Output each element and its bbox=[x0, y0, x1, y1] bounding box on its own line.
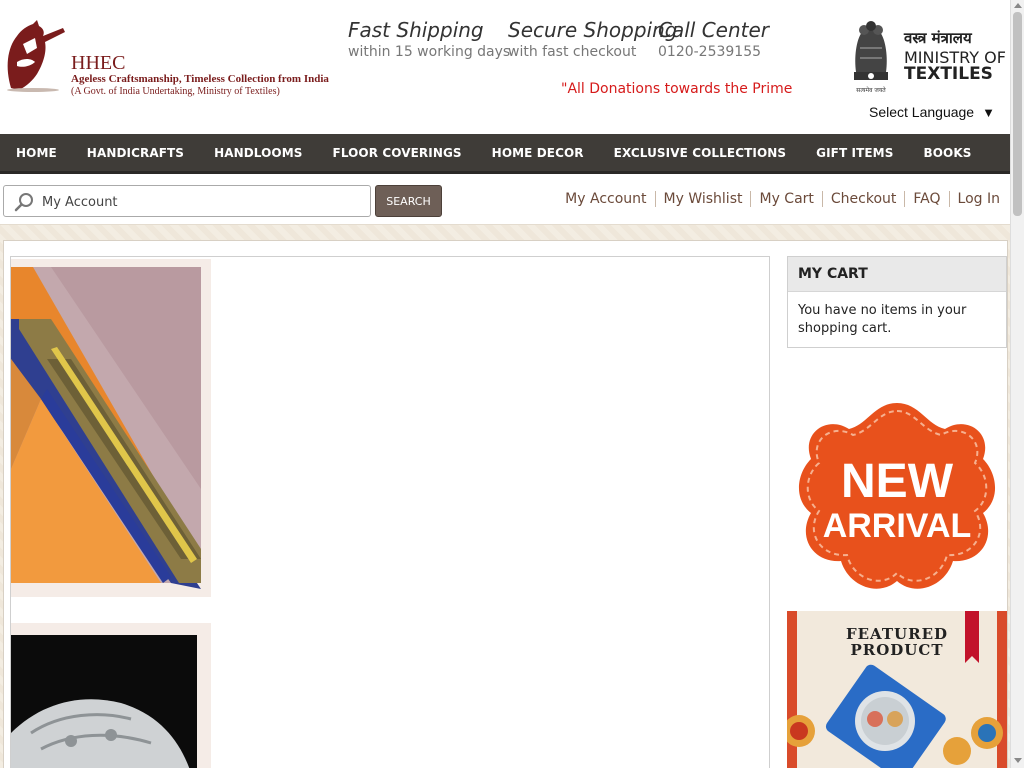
product-tile-sari[interactable] bbox=[11, 259, 211, 597]
nav-item-books[interactable]: BOOKS bbox=[923, 146, 971, 160]
search-icon bbox=[14, 193, 33, 212]
nav-item-gift-items[interactable]: GIFT ITEMS bbox=[816, 146, 893, 160]
feature-subtitle: with fast checkout bbox=[508, 44, 637, 60]
nav-item-handlooms[interactable]: HANDLOOMS bbox=[214, 146, 302, 160]
textiles-label: TEXTILES bbox=[904, 64, 993, 84]
link-my-account[interactable]: My Account bbox=[557, 191, 654, 207]
feature-fast-shipping: Fast Shipping within 15 working days bbox=[348, 18, 510, 60]
main-navigation: HOME HANDICRAFTS HANDLOOMS FLOOR COVERIN… bbox=[0, 134, 1010, 174]
link-log-in[interactable]: Log In bbox=[948, 191, 1008, 207]
site-header: HHEC Ageless Craftsmanship, Timeless Col… bbox=[0, 0, 1010, 134]
logo-name: HHEC bbox=[71, 52, 126, 74]
language-selector[interactable]: Select Language ▼ bbox=[869, 104, 995, 120]
new-arrival-banner[interactable]: NEW ARRIVAL bbox=[787, 395, 1007, 607]
feature-subtitle: 0120-2539155 bbox=[658, 44, 762, 60]
feature-title: Call Center bbox=[658, 18, 770, 42]
search-button[interactable]: SEARCH bbox=[375, 185, 442, 217]
new-arrival-badge: NEW ARRIVAL bbox=[787, 395, 1007, 607]
scroll-up-arrow-icon[interactable] bbox=[1014, 3, 1022, 8]
search-account-bar: SEARCH My Account My Wishlist My Cart Ch… bbox=[0, 177, 1010, 225]
emblem-motto: सत्यमेव जयते bbox=[856, 86, 886, 94]
search-box[interactable] bbox=[3, 185, 371, 217]
link-checkout[interactable]: Checkout bbox=[821, 191, 905, 207]
announcement-marquee[interactable]: "All Donations towards the Prime mi bbox=[561, 81, 795, 101]
sari-product-image bbox=[11, 259, 211, 597]
product-tile-marble-carving[interactable] bbox=[11, 623, 211, 768]
logo-tagline: Ageless Craftsmanship, Timeless Collecti… bbox=[71, 73, 329, 85]
logo-subtitle: (A Govt. of India Undertaking, Ministry … bbox=[71, 86, 280, 97]
featured-line2: PRODUCT bbox=[850, 641, 944, 659]
language-label: Select Language bbox=[869, 104, 975, 120]
scroll-thumb[interactable] bbox=[1013, 12, 1022, 216]
main-content bbox=[10, 256, 770, 768]
dropdown-arrow-icon: ▼ bbox=[982, 105, 995, 120]
trumpeter-logo-icon bbox=[7, 20, 65, 92]
page-scrollbar[interactable] bbox=[1010, 0, 1024, 768]
link-my-cart[interactable]: My Cart bbox=[750, 191, 821, 207]
link-my-wishlist[interactable]: My Wishlist bbox=[654, 191, 751, 207]
feature-call-center: Call Center 0120-2539155 bbox=[658, 18, 769, 60]
feature-title: Secure Shopping bbox=[508, 18, 678, 42]
featured-product-banner[interactable]: FEATURED PRODUCT bbox=[787, 611, 1007, 768]
nav-item-home[interactable]: HOME bbox=[16, 146, 57, 160]
featured-product-title: FEATURED PRODUCT bbox=[827, 626, 967, 658]
national-emblem-icon: सत्यमेव जयते bbox=[854, 21, 888, 94]
hhec-logo[interactable]: HHEC Ageless Craftsmanship, Timeless Col… bbox=[3, 18, 343, 100]
feature-title: Fast Shipping bbox=[348, 18, 484, 42]
ministry-of-textiles-logo[interactable]: सत्यमेव जयते वस्त्र मंत्रालय MINISTRY OF… bbox=[846, 18, 1008, 96]
my-cart-panel: MY CART You have no items in your shoppi… bbox=[787, 256, 1007, 348]
feature-subtitle: within 15 working days bbox=[348, 44, 511, 60]
account-links: My Account My Wishlist My Cart Checkout … bbox=[557, 191, 1008, 207]
nav-item-exclusive-collections[interactable]: EXCLUSIVE COLLECTIONS bbox=[614, 146, 787, 160]
new-arrival-line2: ARRIVAL bbox=[823, 507, 972, 545]
marble-product-image bbox=[11, 623, 211, 768]
ministry-hindi-label: वस्त्र मंत्रालय bbox=[904, 29, 972, 47]
scroll-down-arrow-icon[interactable] bbox=[1014, 758, 1022, 763]
feature-secure-shopping: Secure Shopping with fast checkout bbox=[508, 18, 677, 60]
link-faq[interactable]: FAQ bbox=[904, 191, 948, 207]
cart-title: MY CART bbox=[788, 257, 1006, 292]
nav-item-home-decor[interactable]: HOME DECOR bbox=[492, 146, 584, 160]
search-input[interactable] bbox=[42, 192, 362, 212]
nav-item-floor-coverings[interactable]: FLOOR COVERINGS bbox=[333, 146, 462, 160]
cart-empty-message: You have no items in your shopping cart. bbox=[798, 303, 967, 336]
nav-item-handicrafts[interactable]: HANDICRAFTS bbox=[87, 146, 184, 160]
new-arrival-line1: NEW bbox=[841, 455, 954, 508]
